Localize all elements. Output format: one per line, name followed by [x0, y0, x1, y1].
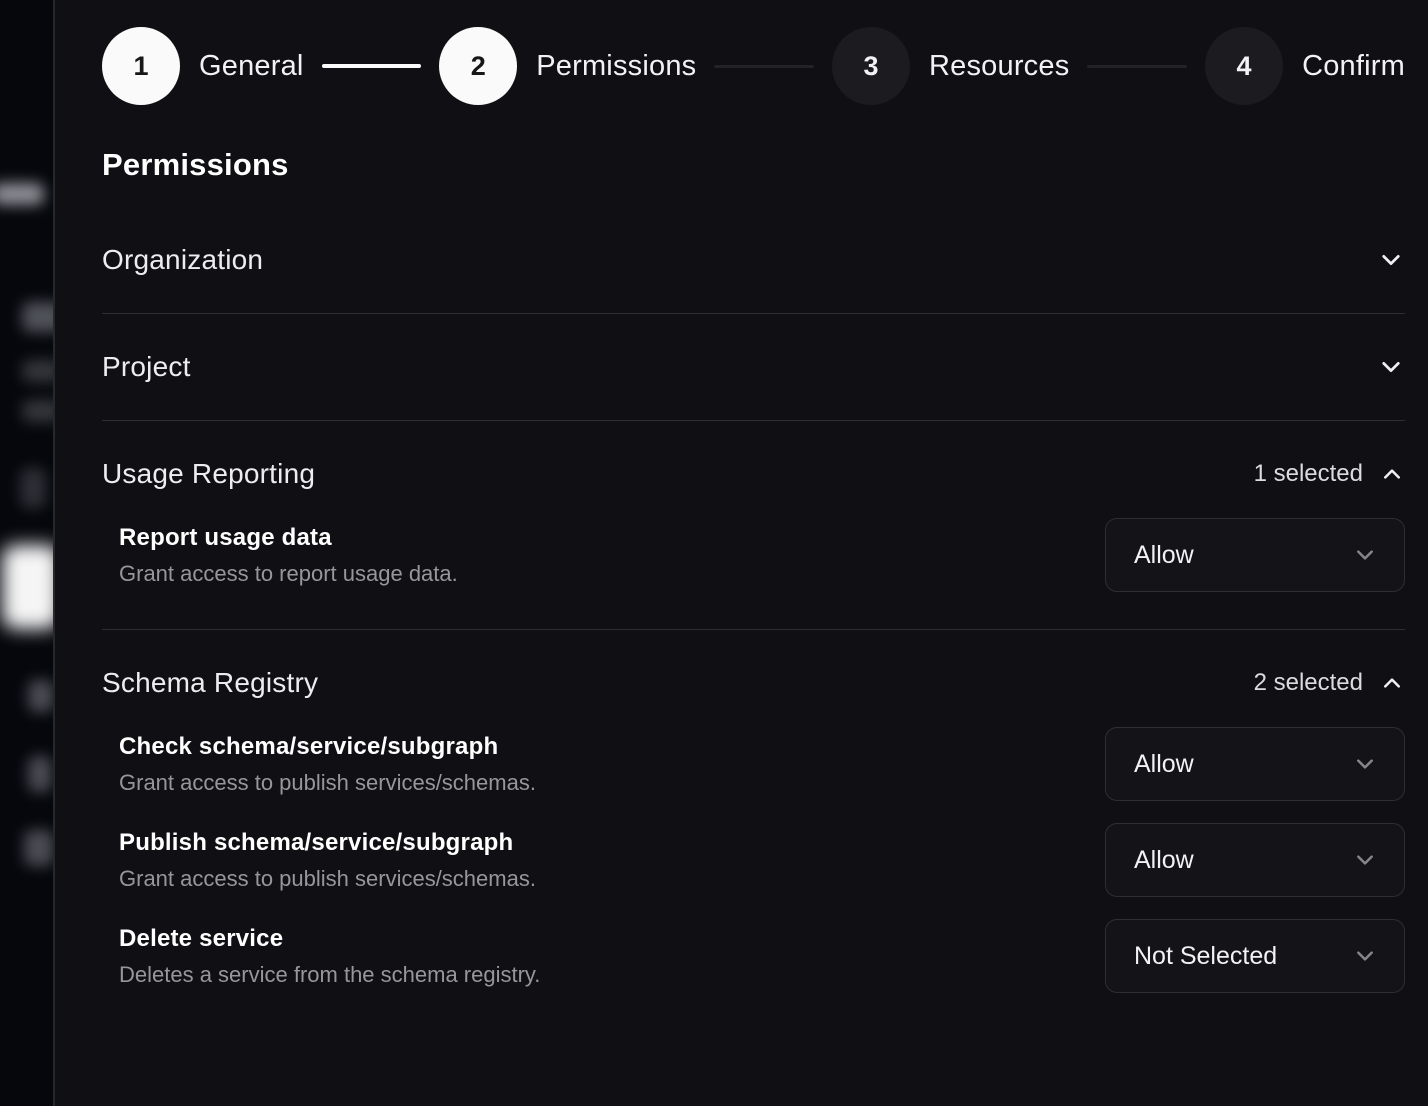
- permission-row-report-usage-data: Report usage data Grant access to report…: [102, 518, 1405, 592]
- chevron-down-icon[interactable]: [1377, 354, 1405, 380]
- permission-title: Publish schema/service/subgraph: [119, 829, 536, 857]
- section-header-right: [1377, 354, 1405, 380]
- page-title: Permissions: [102, 147, 1405, 183]
- section-title: Organization: [102, 244, 263, 276]
- select-value: Allow: [1134, 750, 1194, 779]
- section-header-right: 2 selected: [1254, 669, 1405, 697]
- section-schema-registry: Schema Registry 2 selected Check schema/…: [102, 630, 1405, 1030]
- chevron-down-icon: [1352, 543, 1378, 567]
- background-page-blurred: [0, 0, 53, 1106]
- select-value: Allow: [1134, 541, 1194, 570]
- permission-description: Grant access to report usage data.: [119, 561, 458, 587]
- chevron-down-icon: [1352, 752, 1378, 776]
- step-number-badge: 3: [832, 27, 910, 105]
- blurred-sidebar-item: [0, 183, 44, 205]
- section-project: Project: [102, 314, 1405, 421]
- section-header-right: 1 selected: [1254, 460, 1405, 488]
- blurred-sidebar-text: [22, 302, 53, 332]
- section-header-schema-registry[interactable]: Schema Registry 2 selected: [102, 667, 1405, 699]
- permission-row-delete-service: Delete service Deletes a service from th…: [102, 919, 1405, 993]
- step-resources[interactable]: 3 Resources: [832, 27, 1069, 105]
- section-title: Usage Reporting: [102, 458, 315, 490]
- section-title: Schema Registry: [102, 667, 318, 699]
- select-value: Not Selected: [1134, 942, 1277, 971]
- step-general[interactable]: 1 General: [102, 27, 304, 105]
- step-label: Permissions: [536, 50, 696, 83]
- section-header-project[interactable]: Project: [102, 351, 1405, 383]
- chevron-down-icon: [1352, 944, 1378, 968]
- selected-count-badge: 2 selected: [1254, 669, 1363, 697]
- step-label: General: [199, 50, 304, 83]
- section-title: Project: [102, 351, 191, 383]
- step-label: Confirm: [1302, 50, 1405, 83]
- step-number: 1: [133, 51, 148, 82]
- permission-select-check-schema[interactable]: Allow: [1105, 727, 1405, 801]
- chevron-down-icon[interactable]: [1377, 247, 1405, 273]
- wizard-stepper: 1 General 2 Permissions 3 Resources: [102, 27, 1405, 105]
- permission-text: Report usage data Grant access to report…: [102, 524, 458, 587]
- permission-text: Publish schema/service/subgraph Grant ac…: [102, 829, 536, 892]
- section-header-right: [1377, 247, 1405, 273]
- blurred-sidebar-text: [28, 680, 53, 712]
- permission-description: Grant access to publish services/schemas…: [119, 770, 536, 796]
- permission-description: Deletes a service from the schema regist…: [119, 962, 540, 988]
- chevron-up-icon[interactable]: [1379, 462, 1405, 486]
- step-connector: [1087, 65, 1187, 68]
- permission-text: Delete service Deletes a service from th…: [102, 925, 540, 988]
- permission-select-delete-service[interactable]: Not Selected: [1105, 919, 1405, 993]
- selected-count-badge: 1 selected: [1254, 460, 1363, 488]
- permission-sections: Organization Project: [102, 207, 1405, 1050]
- permission-title: Check schema/service/subgraph: [119, 733, 536, 761]
- section-header-organization[interactable]: Organization: [102, 244, 1405, 276]
- permission-row-check-schema: Check schema/service/subgraph Grant acce…: [102, 727, 1405, 801]
- section-usage-reporting: Usage Reporting 1 selected Report usage …: [102, 421, 1405, 630]
- step-number: 4: [1237, 51, 1252, 82]
- wizard-panel: 1 General 2 Permissions 3 Resources: [53, 0, 1428, 1106]
- step-number-badge: 4: [1205, 27, 1283, 105]
- step-connector: [714, 65, 814, 68]
- step-confirm[interactable]: 4 Confirm: [1205, 27, 1405, 105]
- step-number-badge: 1: [102, 27, 180, 105]
- step-number-badge: 2: [439, 27, 517, 105]
- permission-row-publish-schema: Publish schema/service/subgraph Grant ac…: [102, 823, 1405, 897]
- blurred-active-button: [2, 545, 53, 629]
- permission-description: Grant access to publish services/schemas…: [119, 866, 536, 892]
- chevron-up-icon[interactable]: [1379, 671, 1405, 695]
- section-organization: Organization: [102, 207, 1405, 314]
- section-header-usage-reporting[interactable]: Usage Reporting 1 selected: [102, 458, 1405, 490]
- permission-select-report-usage-data[interactable]: Allow: [1105, 518, 1405, 592]
- permission-title: Delete service: [119, 925, 540, 953]
- step-permissions[interactable]: 2 Permissions: [439, 27, 696, 105]
- chevron-down-icon: [1352, 848, 1378, 872]
- step-number: 3: [863, 51, 878, 82]
- step-label: Resources: [929, 50, 1069, 83]
- step-connector: [322, 64, 422, 68]
- blurred-sidebar-text: [28, 756, 52, 792]
- screen: 1 General 2 Permissions 3 Resources: [0, 0, 1428, 1106]
- permission-title: Report usage data: [119, 524, 458, 552]
- permission-select-publish-schema[interactable]: Allow: [1105, 823, 1405, 897]
- blurred-sidebar-text: [24, 830, 53, 866]
- blurred-sidebar-icon: [20, 468, 46, 508]
- step-number: 2: [471, 51, 486, 82]
- blurred-sidebar-text: [22, 360, 53, 382]
- blurred-sidebar-text: [22, 400, 53, 422]
- permission-text: Check schema/service/subgraph Grant acce…: [102, 733, 536, 796]
- select-value: Allow: [1134, 846, 1194, 875]
